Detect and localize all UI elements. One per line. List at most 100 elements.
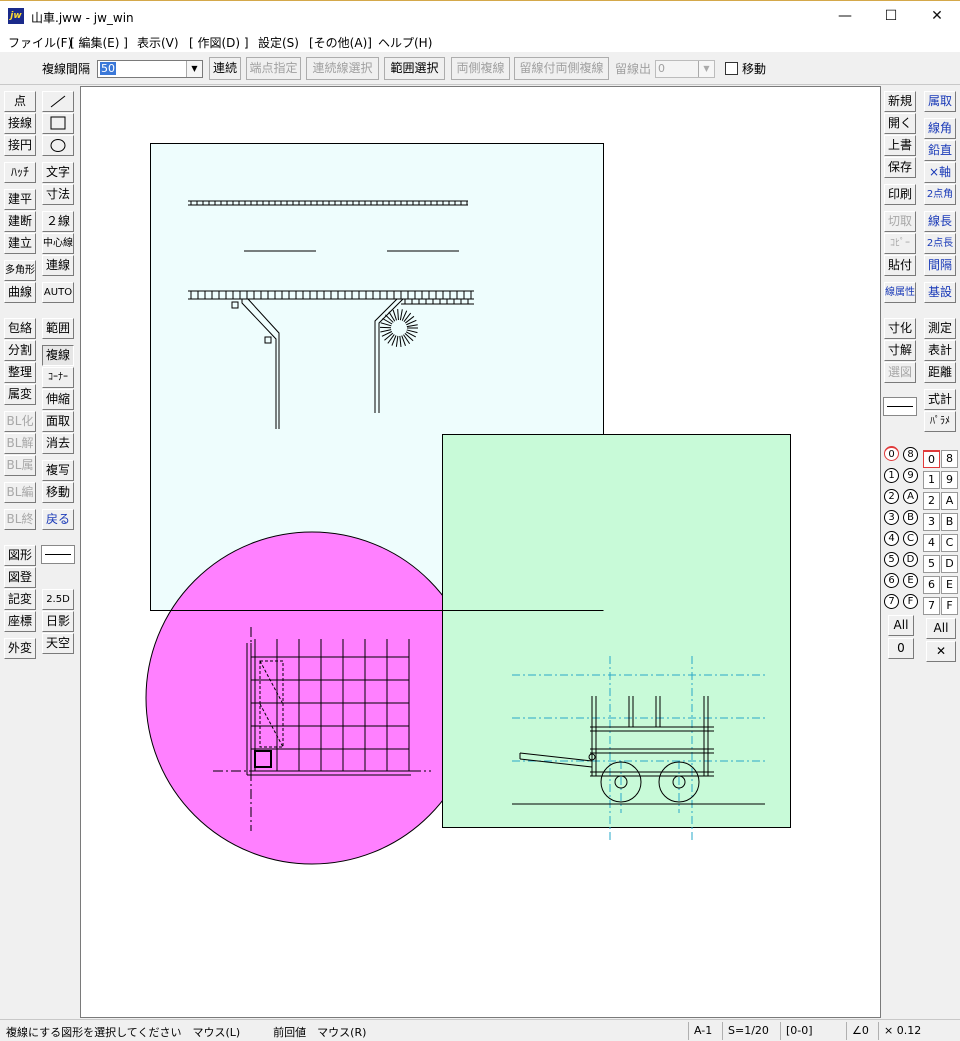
tool-figure-register[interactable]: 図登 xyxy=(4,567,36,588)
tool-line-attr[interactable]: 線属性 xyxy=(884,282,916,303)
layer-button[interactable]: 3 xyxy=(923,513,940,531)
tool-center-line[interactable]: 中心線 xyxy=(42,233,74,254)
tool-2-5d[interactable]: 2.5D xyxy=(42,589,74,610)
layer-group-button[interactable]: 0 xyxy=(883,446,900,464)
tool-hatch[interactable]: ﾊｯﾁ xyxy=(4,162,36,183)
tool-rectangle[interactable] xyxy=(42,113,74,134)
tool-base-setting[interactable]: 基設 xyxy=(924,282,956,303)
tool-envelope[interactable]: 包絡 xyxy=(4,318,36,339)
menu-draw[interactable]: [ 作図(D) ] xyxy=(189,34,249,51)
tool-select-figure[interactable]: 選図 xyxy=(884,362,916,383)
layer-group-button[interactable]: E xyxy=(902,572,919,590)
layer-button[interactable]: 4 xyxy=(923,534,940,552)
tool-auto[interactable]: AUTO xyxy=(42,282,74,303)
tool-formula-calc[interactable]: 式計 xyxy=(924,389,956,410)
tool-line-angle[interactable]: 線角 xyxy=(924,118,956,139)
tool-sun-shadow[interactable]: 日影 xyxy=(42,611,74,632)
tool-overwrite[interactable]: 上書 xyxy=(884,135,916,156)
continuous-line-select-button[interactable]: 連続線選択 xyxy=(306,57,379,80)
tool-corner[interactable]: ｺｰﾅｰ xyxy=(42,367,74,388)
capped-both-side-offset-button[interactable]: 留線付両側複線 xyxy=(514,57,609,80)
tool-sky[interactable]: 天空 xyxy=(42,633,74,654)
tool-cleanup[interactable]: 整理 xyxy=(4,362,36,383)
line-color-sample[interactable] xyxy=(883,397,917,416)
layer-button[interactable]: A xyxy=(941,492,958,510)
tool-dim-release[interactable]: 寸解 xyxy=(884,340,916,361)
tool-text[interactable]: 文字 xyxy=(42,162,74,183)
tool-polygon[interactable]: 多角形 xyxy=(4,260,36,281)
tool-distance[interactable]: 距離 xyxy=(924,362,956,383)
menu-help[interactable]: ヘルプ(H) xyxy=(378,34,432,51)
line-type-sample[interactable] xyxy=(41,545,75,564)
tool-vertical[interactable]: 鉛直 xyxy=(924,140,956,161)
layer-group-all-button[interactable]: All xyxy=(888,615,914,636)
endpoint-button[interactable]: 端点指定 xyxy=(246,57,301,80)
move-checkbox[interactable] xyxy=(725,62,738,75)
continuous-button[interactable]: 連続 xyxy=(209,57,241,80)
status-group[interactable]: [0-0] xyxy=(786,1024,813,1037)
tool-curve[interactable]: 曲線 xyxy=(4,282,36,303)
status-angle[interactable]: ∠0 xyxy=(852,1024,869,1037)
tool-offset-line[interactable]: 複線 xyxy=(42,345,74,366)
layer-group-button[interactable]: B xyxy=(902,509,919,527)
layer-group-button[interactable]: 9 xyxy=(902,467,919,485)
menu-settings[interactable]: 設定(S) xyxy=(258,34,299,51)
tool-arch-plan[interactable]: 建平 xyxy=(4,189,36,210)
tool-open[interactable]: 開く xyxy=(884,113,916,134)
layer-button[interactable]: E xyxy=(941,576,958,594)
tool-two-point-angle[interactable]: 2点角 xyxy=(924,184,956,205)
tool-external-change[interactable]: 外変 xyxy=(4,638,36,659)
tool-block-end[interactable]: BL終 xyxy=(4,509,36,530)
tool-save[interactable]: 保存 xyxy=(884,157,916,178)
layer-group-button[interactable]: 1 xyxy=(883,467,900,485)
tool-paste[interactable]: 貼付 xyxy=(884,255,916,276)
drawing-area[interactable] xyxy=(81,87,881,1018)
tool-double-line[interactable]: ２線 xyxy=(42,211,74,232)
tome-combo[interactable]: 0 ▼ xyxy=(655,60,715,78)
minimize-button[interactable]: — xyxy=(822,1,868,31)
maximize-button[interactable]: ☐ xyxy=(868,1,914,31)
layer-group-button[interactable]: 6 xyxy=(883,572,900,590)
tool-attr-change[interactable]: 属変 xyxy=(4,384,36,405)
tool-range[interactable]: 範囲 xyxy=(42,318,74,339)
tool-new[interactable]: 新規 xyxy=(884,91,916,112)
status-layer[interactable]: A-1 xyxy=(694,1024,712,1037)
layer-group-button[interactable]: A xyxy=(902,488,919,506)
tool-move[interactable]: 移動 xyxy=(42,482,74,503)
tool-block-attr[interactable]: BL属 xyxy=(4,455,36,476)
layer-group-button[interactable]: 4 xyxy=(883,530,900,548)
menu-file[interactable]: ファイル(F) xyxy=(8,34,72,51)
tool-tangent-line[interactable]: 接線 xyxy=(4,113,36,134)
tool-interval[interactable]: 間隔 xyxy=(924,255,956,276)
menu-edit[interactable]: [ 編集(E) ] xyxy=(70,34,128,51)
tool-chamfer[interactable]: 面取 xyxy=(42,411,74,432)
tool-point[interactable]: 点 xyxy=(4,91,36,112)
layer-button[interactable]: 7 xyxy=(923,597,940,615)
tool-dimension[interactable]: 寸法 xyxy=(42,184,74,205)
layer-group-button[interactable]: 3 xyxy=(883,509,900,527)
tool-measure[interactable]: 測定 xyxy=(924,318,956,339)
tool-copy-clip[interactable]: ｺﾋﾟｰ xyxy=(884,233,916,254)
tool-block-make[interactable]: BL化 xyxy=(4,411,36,432)
both-side-offset-button[interactable]: 両側複線 xyxy=(451,57,510,80)
tool-print[interactable]: 印刷 xyxy=(884,184,916,205)
tool-two-point-length[interactable]: 2点長 xyxy=(924,233,956,254)
status-zoom[interactable]: × 0.12 xyxy=(884,1024,921,1037)
layer-button[interactable]: 5 xyxy=(923,555,940,573)
layer-button[interactable]: D xyxy=(941,555,958,573)
tool-line[interactable] xyxy=(42,91,74,112)
tool-undo[interactable]: 戻る xyxy=(42,509,74,530)
tool-table-calc[interactable]: 表計 xyxy=(924,340,956,361)
layer-button[interactable]: 2 xyxy=(923,492,940,510)
layer-button[interactable]: F xyxy=(941,597,958,615)
range-select-button[interactable]: 範囲選択 xyxy=(384,57,445,80)
tool-arch-section[interactable]: 建断 xyxy=(4,211,36,232)
layer-group-button[interactable]: 5 xyxy=(883,551,900,569)
close-button[interactable]: ✕ xyxy=(914,1,960,31)
layer-button[interactable]: 8 xyxy=(941,450,958,468)
tool-block-release[interactable]: BL解 xyxy=(4,433,36,454)
tool-line-length[interactable]: 線長 xyxy=(924,211,956,232)
tool-circle[interactable] xyxy=(42,135,74,156)
tool-tangent-circle[interactable]: 接円 xyxy=(4,135,36,156)
tool-connect-line[interactable]: 連線 xyxy=(42,255,74,276)
